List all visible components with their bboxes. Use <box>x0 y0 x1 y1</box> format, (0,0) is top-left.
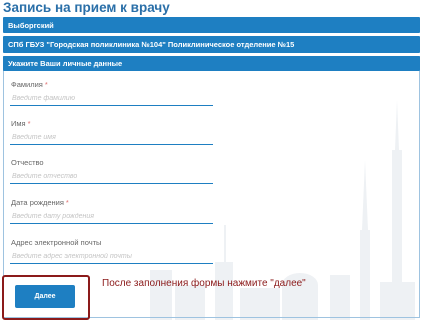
district-bar[interactable]: Выборгский <box>3 17 420 33</box>
first-name-label: Имя * <box>11 119 31 128</box>
birth-date-label: Дата рождения * <box>11 198 69 207</box>
next-button[interactable]: Далее <box>15 285 75 308</box>
instruction-hint: После заполнения формы нажмите "далее" <box>102 278 306 289</box>
form-header: Укажите Ваши личные данные <box>3 56 420 71</box>
surname-label: Фамилия * <box>11 80 48 89</box>
first-name-label-text: Имя <box>11 119 26 128</box>
birth-date-input[interactable] <box>10 210 213 224</box>
patronymic-label-text: Отчество <box>11 158 44 167</box>
required-mark: * <box>44 80 48 89</box>
required-mark: * <box>65 198 69 207</box>
patronymic-input[interactable] <box>10 170 213 184</box>
birth-date-label-text: Дата рождения <box>11 198 64 207</box>
first-name-input[interactable] <box>10 131 213 145</box>
email-label-text: Адрес электронной почты <box>11 238 102 247</box>
email-input[interactable] <box>10 250 213 264</box>
email-label: Адрес электронной почты <box>11 238 103 247</box>
page-title: Запись на прием к врачу <box>3 0 170 15</box>
clinic-bar[interactable]: СПб ГБУЗ "Городская поликлиника №104" По… <box>3 36 420 53</box>
surname-input[interactable] <box>10 92 213 106</box>
patronymic-label: Отчество <box>11 158 46 167</box>
required-mark: * <box>27 119 31 128</box>
surname-label-text: Фамилия <box>11 80 43 89</box>
